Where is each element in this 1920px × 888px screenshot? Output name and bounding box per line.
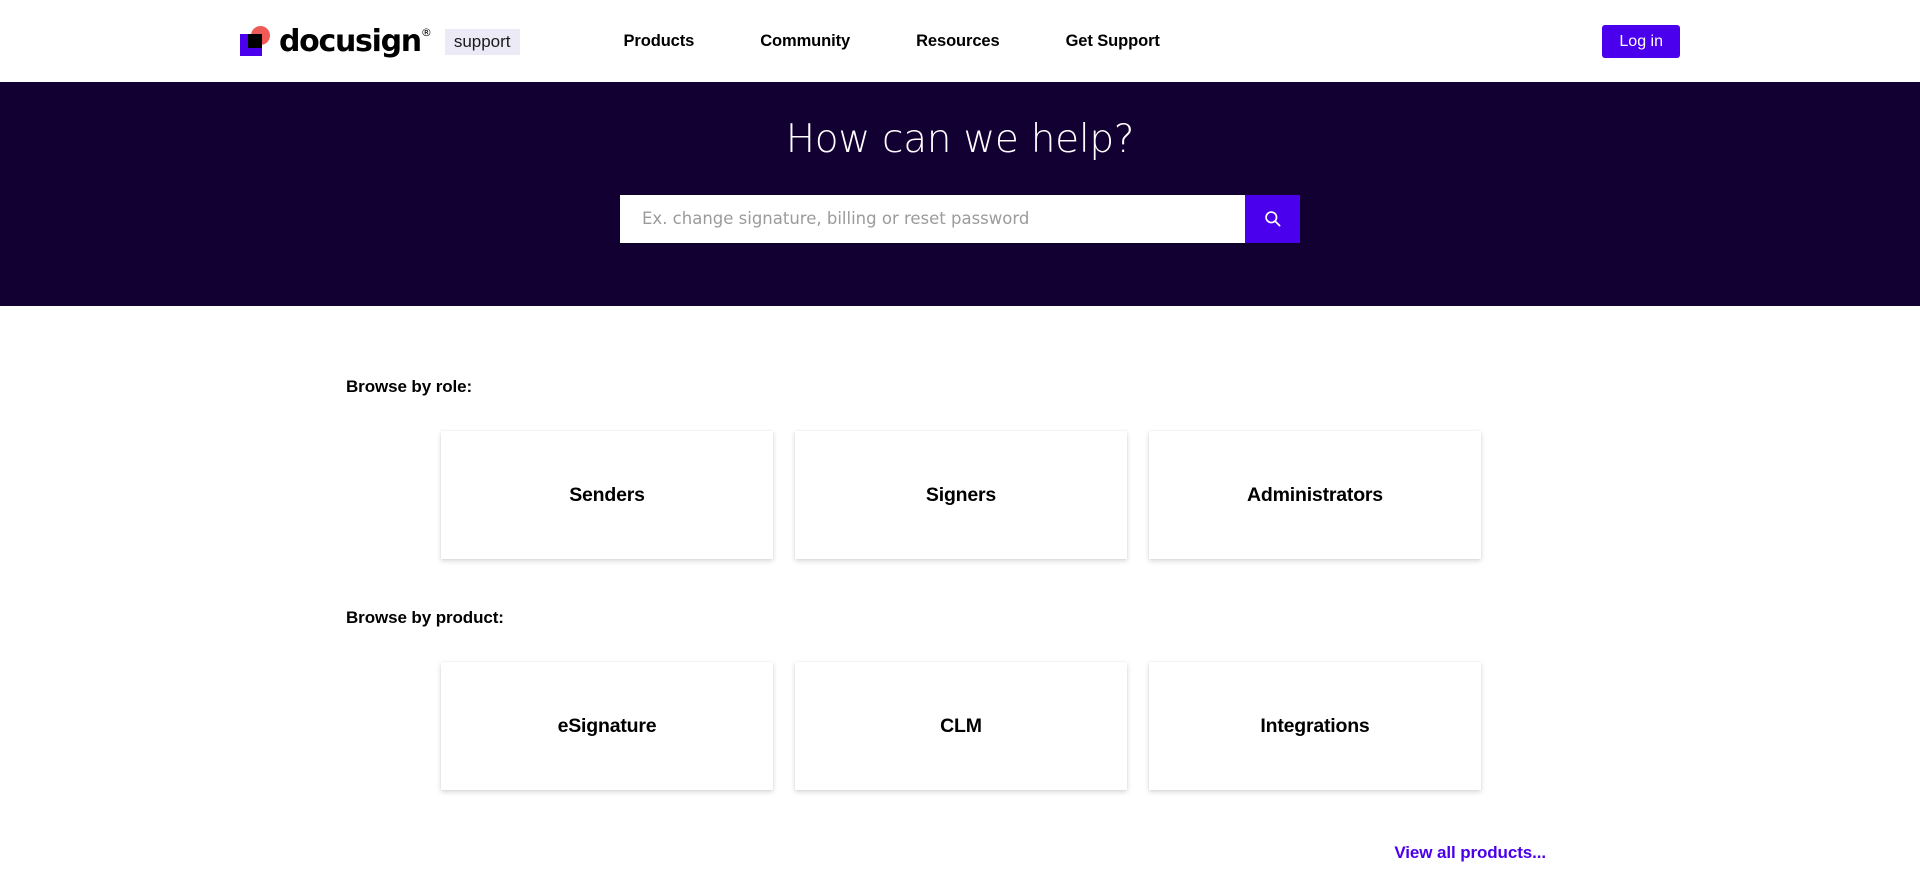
nav-item-resources[interactable]: Resources [916, 26, 1000, 57]
role-card-grid: Senders Signers Administrators [441, 431, 1920, 559]
view-all-products-link[interactable]: View all products... [1394, 843, 1546, 863]
product-card-grid: eSignature CLM Integrations [441, 662, 1920, 790]
browse-by-product-label: Browse by product: [346, 608, 504, 627]
search-bar [620, 194, 1300, 243]
product-card-integrations[interactable]: Integrations [1149, 662, 1481, 790]
docusign-logo-icon [240, 26, 270, 56]
hero-section: How can we help? [0, 82, 1920, 306]
nav-item-products[interactable]: Products [624, 26, 695, 57]
primary-navigation: Products Community Resources Get Support [624, 26, 1160, 57]
brand-wordmark: docusign® [279, 27, 432, 57]
search-submit-button[interactable] [1245, 194, 1300, 243]
logo-black-square [248, 34, 262, 48]
support-badge: support [444, 29, 520, 55]
product-card-clm[interactable]: CLM [795, 662, 1127, 790]
card-title: eSignature [557, 714, 657, 737]
product-card-esignature[interactable]: eSignature [441, 662, 773, 790]
card-title: Integrations [1260, 714, 1370, 737]
card-title: CLM [940, 714, 982, 737]
login-button[interactable]: Log in [1602, 25, 1680, 58]
card-title: Administrators [1247, 483, 1383, 506]
wordmark-text: docusign [279, 24, 422, 59]
site-header: docusign® support Products Community Res… [0, 0, 1920, 82]
search-icon [1263, 209, 1282, 228]
card-title: Signers [925, 483, 997, 506]
main-content: Browse by role: Senders Signers Administ… [0, 377, 1920, 863]
role-card-senders[interactable]: Senders [441, 431, 773, 559]
card-title: Senders [569, 483, 645, 506]
brand-logo[interactable]: docusign® support [240, 26, 520, 57]
search-input[interactable] [620, 194, 1245, 243]
role-card-administrators[interactable]: Administrators [1149, 431, 1481, 559]
browse-by-role-label: Browse by role: [346, 377, 473, 396]
nav-item-get-support[interactable]: Get Support [1066, 26, 1160, 57]
view-all-row: View all products... [441, 843, 1546, 863]
nav-item-community[interactable]: Community [760, 26, 850, 57]
page-title: How can we help? [785, 117, 1135, 162]
role-card-signers[interactable]: Signers [795, 431, 1127, 559]
trademark-symbol: ® [420, 26, 432, 39]
